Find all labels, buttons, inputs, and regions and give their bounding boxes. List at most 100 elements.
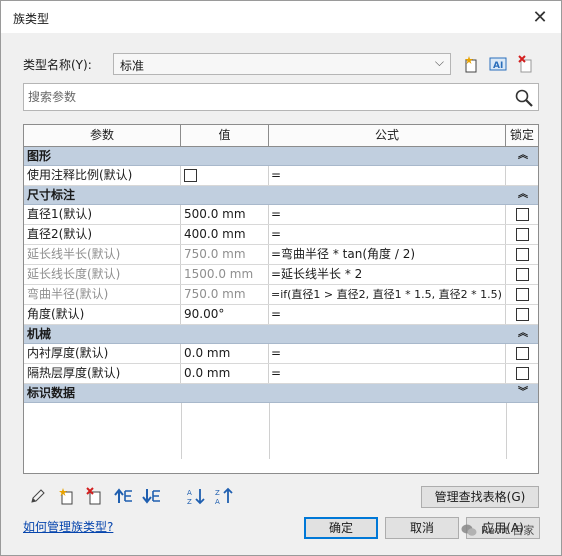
edit-parameter-button[interactable]	[27, 485, 49, 507]
watermark-text: Revit 百家	[481, 524, 535, 537]
new-parameter-icon	[59, 488, 73, 505]
lock-checkbox[interactable]	[515, 228, 529, 241]
family-types-dialog: 族类型 ✕ 类型名称(Y): 标准 ⌵ AI 搜索参数 参数 值 公式 锁定 图…	[0, 0, 562, 556]
sort-ascending-button[interactable]: A Z	[185, 485, 207, 507]
param-formula[interactable]: =弯曲半径 * tan(角度 / 2)	[269, 245, 506, 264]
param-name: 直径1(默认)	[24, 205, 181, 224]
lock-checkbox[interactable]	[515, 248, 529, 261]
type-name-row: 类型名称(Y): 标准 ⌵ AI	[23, 53, 543, 75]
delete-parameter-button[interactable]	[83, 485, 105, 507]
group-graphics[interactable]: 图形 ︽	[24, 147, 538, 166]
lock-checkbox[interactable]	[515, 268, 529, 281]
param-formula[interactable]: =延长线半长 * 2	[269, 265, 506, 284]
group-label: 机械	[27, 327, 52, 341]
lock-cell	[506, 245, 538, 264]
parameters-grid: 参数 值 公式 锁定 图形 ︽ 使用注释比例(默认) = 尺寸标注 ︽ 直径1(…	[23, 124, 539, 474]
rename-type-button[interactable]: AI	[487, 53, 509, 75]
type-name-dropdown[interactable]: 标准 ⌵	[113, 53, 451, 75]
type-name-value: 标准	[120, 59, 145, 73]
param-formula[interactable]: =if(直径1 > 直径2, 直径1 * 1.5, 直径2 * 1.5)	[269, 285, 506, 304]
param-formula[interactable]: =	[269, 166, 506, 185]
collapse-icon[interactable]: ︽	[518, 325, 528, 343]
lock-cell	[506, 344, 538, 363]
param-value[interactable]: 400.0 mm	[181, 225, 269, 244]
group-label: 尺寸标注	[27, 188, 76, 202]
lock-checkbox[interactable]	[515, 308, 529, 321]
param-value: 750.0 mm	[181, 285, 269, 304]
ok-button[interactable]: 确定	[304, 517, 378, 539]
delete-type-button[interactable]	[515, 53, 537, 75]
table-row: 直径2(默认) 400.0 mm =	[24, 225, 538, 245]
param-name: 隔热层厚度(默认)	[24, 364, 181, 383]
table-row: 角度(默认) 90.00° =	[24, 305, 538, 325]
param-formula[interactable]: =	[269, 344, 506, 363]
table-row: 延长线长度(默认) 1500.0 mm =延长线半长 * 2	[24, 265, 538, 285]
collapse-icon[interactable]: ︽	[518, 186, 528, 204]
column-header-value[interactable]: 值	[181, 125, 269, 146]
help-link[interactable]: 如何管理族类型?	[23, 518, 113, 535]
move-up-button[interactable]	[113, 485, 135, 507]
column-header-formula[interactable]: 公式	[269, 125, 506, 146]
search-icon[interactable]	[513, 87, 535, 109]
param-value[interactable]: 90.00°	[181, 305, 269, 324]
collapse-icon[interactable]: ︽	[518, 147, 528, 165]
delete-type-icon	[518, 55, 532, 73]
search-input[interactable]	[26, 86, 512, 108]
param-name: 角度(默认)	[24, 305, 181, 324]
group-mechanical[interactable]: 机械 ︽	[24, 325, 538, 344]
new-type-button[interactable]	[460, 53, 482, 75]
move-up-icon	[114, 488, 132, 503]
param-formula[interactable]: =	[269, 225, 506, 244]
search-parameters	[23, 83, 539, 111]
column-header-lock[interactable]: 锁定	[506, 125, 538, 146]
param-formula[interactable]: =	[269, 305, 506, 324]
param-value[interactable]	[181, 166, 269, 185]
type-name-label: 类型名称(Y):	[23, 58, 92, 72]
lock-checkbox[interactable]	[515, 367, 529, 380]
param-value[interactable]: 0.0 mm	[181, 344, 269, 363]
param-value[interactable]: 0.0 mm	[181, 364, 269, 383]
sort-descending-button[interactable]: Z A	[213, 485, 235, 507]
pencil-icon	[31, 489, 45, 503]
delete-parameter-icon	[86, 487, 101, 505]
param-name: 弯曲半径(默认)	[24, 285, 181, 304]
chevron-down-icon[interactable]: ⌵	[435, 55, 444, 70]
svg-text:Z: Z	[215, 489, 220, 497]
grid-header: 参数 值 公式 锁定	[24, 125, 538, 147]
watermark: Revit 百家	[461, 522, 534, 538]
column-header-param[interactable]: 参数	[24, 125, 181, 146]
close-button[interactable]: ✕	[527, 5, 553, 29]
parameter-toolbar: A Z Z A	[27, 485, 267, 507]
param-name: 延长线半长(默认)	[24, 245, 181, 264]
param-formula[interactable]: =	[269, 364, 506, 383]
move-down-button[interactable]	[141, 485, 163, 507]
lock-cell	[506, 285, 538, 304]
new-parameter-button[interactable]	[55, 485, 77, 507]
group-dimensions[interactable]: 尺寸标注 ︽	[24, 186, 538, 205]
table-row: 延长线半长(默认) 750.0 mm =弯曲半径 * tan(角度 / 2)	[24, 245, 538, 265]
param-name: 使用注释比例(默认)	[24, 166, 181, 185]
group-identity-data[interactable]: 标识数据 ︾	[24, 384, 538, 403]
table-row: 隔热层厚度(默认) 0.0 mm =	[24, 364, 538, 384]
svg-text:Z: Z	[187, 498, 192, 505]
svg-text:AI: AI	[493, 61, 503, 71]
svg-text:A: A	[187, 489, 192, 497]
manage-lookup-tables-button[interactable]: 管理查找表格(G)	[421, 486, 539, 508]
lock-checkbox[interactable]	[515, 347, 529, 360]
lock-cell	[506, 205, 538, 224]
table-row: 弯曲半径(默认) 750.0 mm =if(直径1 > 直径2, 直径1 * 1…	[24, 285, 538, 305]
expand-icon[interactable]: ︾	[518, 384, 528, 402]
window-title: 族类型	[13, 12, 50, 26]
lock-cell	[506, 265, 538, 284]
grid-empty-area	[24, 403, 538, 459]
cancel-button[interactable]: 取消	[385, 517, 459, 539]
lock-checkbox[interactable]	[515, 208, 529, 221]
lock-checkbox[interactable]	[515, 288, 529, 301]
param-formula[interactable]: =	[269, 205, 506, 224]
title-bar: 族类型 ✕	[1, 1, 561, 33]
lock-cell	[506, 305, 538, 324]
value-checkbox[interactable]	[184, 169, 197, 182]
param-value[interactable]: 500.0 mm	[181, 205, 269, 224]
param-name: 内衬厚度(默认)	[24, 344, 181, 363]
param-value: 1500.0 mm	[181, 265, 269, 284]
